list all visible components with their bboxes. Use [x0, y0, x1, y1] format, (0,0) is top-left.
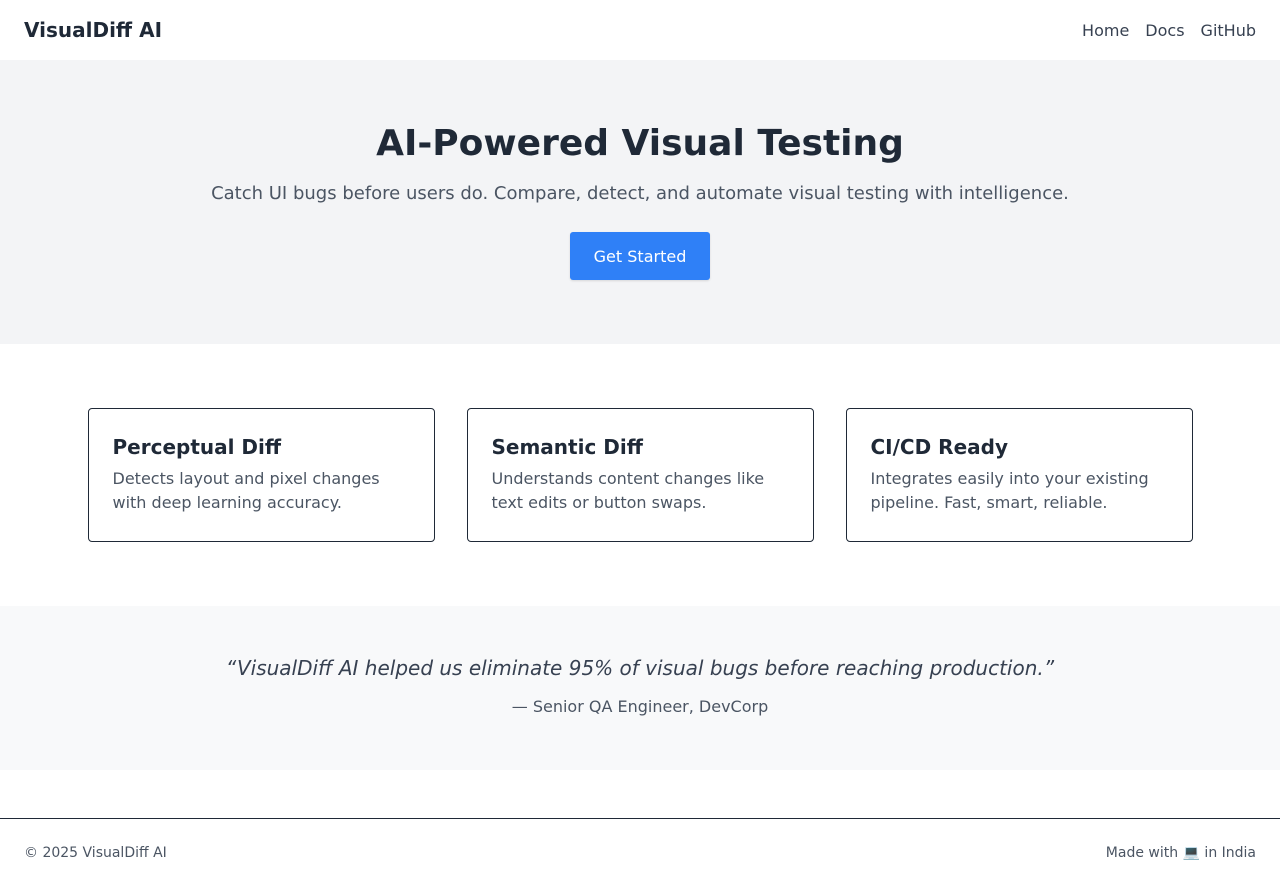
footer: © 2025 VisualDiff AI Made with 💻 in Indi… — [0, 818, 1280, 887]
feature-description: Understands content changes like text ed… — [491, 469, 765, 512]
hero-title: AI-Powered Visual Testing — [376, 123, 904, 164]
footer-made-with: Made with 💻 in India — [1105, 845, 1256, 861]
nav-link-docs[interactable]: Docs — [1145, 21, 1184, 40]
get-started-button[interactable]: Get Started — [570, 232, 710, 280]
testimonial-author: — Senior QA Engineer, DevCorp — [511, 697, 769, 716]
feature-card-cicd-ready: CI/CD Ready Integrates easily into your … — [845, 408, 1193, 542]
features-section: Perceptual Diff Detects layout and pixel… — [0, 344, 1280, 606]
feature-title: Semantic Diff — [491, 435, 643, 459]
hero-section: AI-Powered Visual Testing Catch UI bugs … — [0, 60, 1280, 344]
hero-subtitle: Catch UI bugs before users do. Compare, … — [211, 183, 1069, 204]
footer-copyright: © 2025 VisualDiff AI — [24, 845, 167, 861]
feature-description: Detects layout and pixel changes with de… — [112, 469, 380, 512]
testimonial-section: “VisualDiff AI helped us eliminate 95% o… — [0, 606, 1280, 770]
navbar: VisualDiff AI Home Docs GitHub — [0, 0, 1280, 60]
testimonial-quote: “VisualDiff AI helped us eliminate 95% o… — [225, 656, 1055, 680]
feature-card-semantic-diff: Semantic Diff Understands content change… — [466, 408, 814, 542]
feature-card-perceptual-diff: Perceptual Diff Detects layout and pixel… — [87, 408, 435, 542]
feature-title: Perceptual Diff — [112, 435, 282, 459]
nav-link-github[interactable]: GitHub — [1201, 21, 1256, 40]
nav-link-home[interactable]: Home — [1082, 21, 1129, 40]
feature-description: Integrates easily into your existing pip… — [870, 469, 1149, 512]
feature-title: CI/CD Ready — [870, 435, 1008, 459]
nav-links: Home Docs GitHub — [1082, 21, 1256, 40]
brand-logo[interactable]: VisualDiff AI — [24, 18, 162, 42]
